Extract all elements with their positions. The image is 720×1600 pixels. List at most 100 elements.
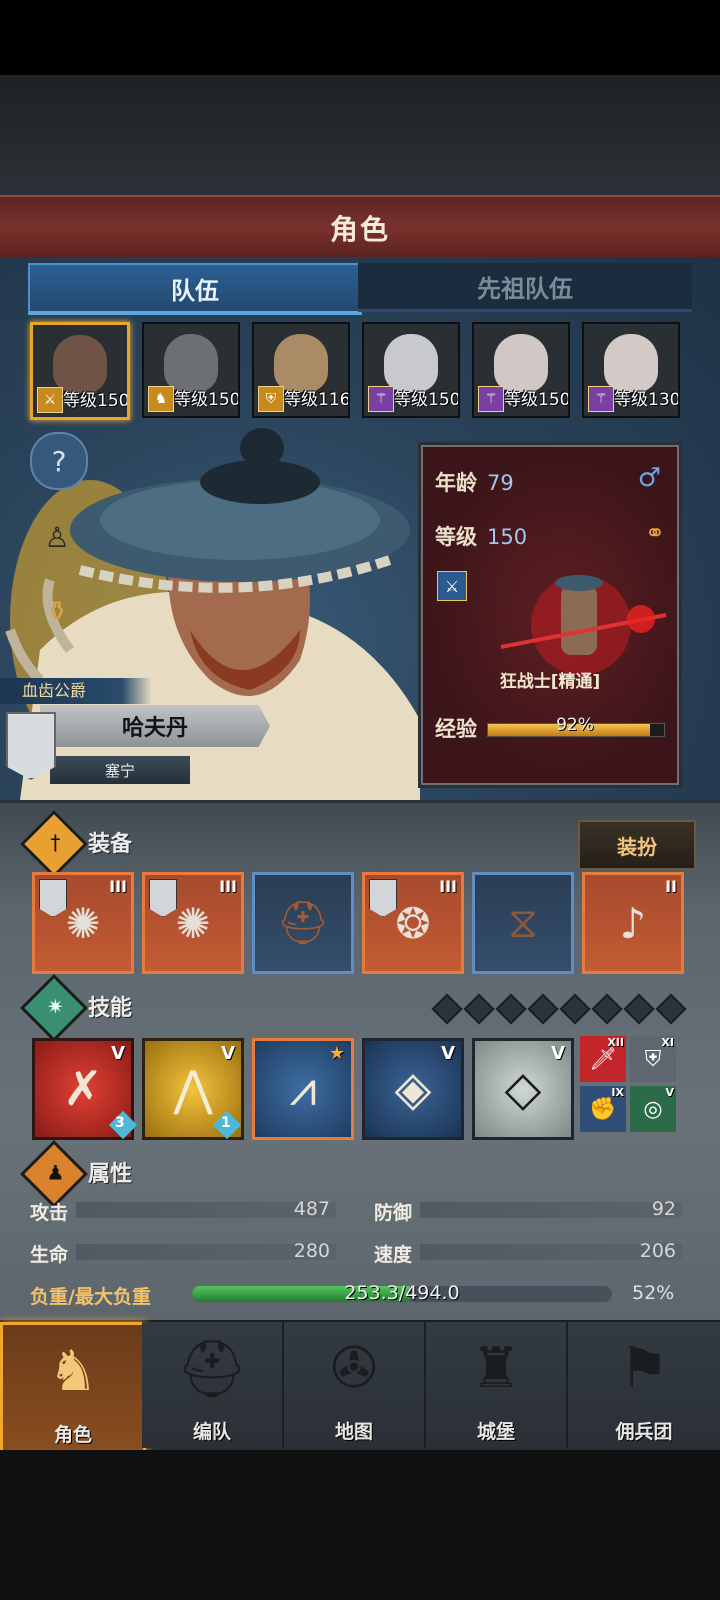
defense-label: 防御 [374, 1202, 413, 1224]
level-label: 等级130 [614, 390, 680, 410]
age-label: 年龄 [435, 471, 477, 495]
skill-slot-3[interactable]: ⩘ ★ [252, 1038, 354, 1140]
top-backdrop [0, 75, 720, 195]
skill-badge-count: 1 [221, 1115, 231, 1131]
system-nav-area [0, 1450, 720, 1600]
equip-slot-weapon-1[interactable]: ✺ III [32, 872, 134, 974]
hero-home: 塞宁 [50, 756, 190, 784]
attack-value: 487 [293, 1198, 330, 1220]
page-title: 角色 [329, 213, 390, 246]
portrait-face [604, 334, 658, 392]
equip-rank: III [439, 877, 457, 896]
level-row: 等级 150 [435, 521, 527, 551]
party-member-1[interactable]: ⚔ 等级150 [30, 322, 130, 420]
nav-formation[interactable]: ⛑ 编队 [142, 1322, 284, 1448]
tab-ancestor-team[interactable]: 先祖队伍 [358, 263, 692, 312]
knight-icon: ♞ [47, 1339, 99, 1404]
equip-rank: II [665, 877, 677, 896]
equip-rank: III [109, 877, 127, 896]
speed-label: 速度 [374, 1244, 413, 1266]
level-label: 等级116 [284, 390, 350, 410]
shield-icon: ⛨ [258, 386, 284, 412]
passive-target-icon[interactable]: ◎ V [630, 1086, 676, 1132]
hero-name[interactable]: 哈夫丹 [40, 705, 270, 747]
equip-slot-weapon-2[interactable]: ✺ III [142, 872, 244, 974]
class-name: 狂战士[精通] [499, 672, 601, 692]
equip-rank: III [219, 877, 237, 896]
staff-icon: ⚚ [368, 386, 394, 412]
staff-icon: ⚚ [478, 386, 504, 412]
skill-slot-2[interactable]: ⋀ V 1 [142, 1038, 244, 1140]
equip-slot-accessory[interactable]: ♪ II [582, 872, 684, 974]
passive-shield-icon[interactable]: ⛨ XI [630, 1036, 676, 1082]
equipment-title: 装备 [88, 832, 133, 857]
passive-rank: XII [607, 1036, 624, 1049]
nav-map[interactable]: ✇ 地图 [284, 1322, 426, 1448]
skill-rank: V [551, 1043, 565, 1064]
exp-value: 92% [556, 715, 594, 735]
party-member-5[interactable]: ⚚ 等级150 [472, 322, 570, 418]
load-label: 负重/最大负重 [30, 1286, 151, 1308]
health-value: 280 [293, 1240, 330, 1262]
party-member-2[interactable]: ♞ 等级150 [142, 322, 240, 418]
skills-title: 技能 [88, 996, 133, 1021]
compass-icon: ✇ [330, 1336, 378, 1401]
health-label: 生命 [30, 1244, 69, 1266]
nav-label: 城堡 [476, 1421, 515, 1443]
passive-sword-icon[interactable]: 🗡 XII [580, 1036, 626, 1082]
level-label: 等级150 [174, 390, 240, 410]
nav-label: 地图 [334, 1421, 373, 1443]
equip-slot-boots[interactable]: ⧖ [472, 872, 574, 974]
skill-rank-star: ★ [328, 1043, 345, 1064]
tab-team[interactable]: 队伍 [28, 263, 362, 315]
banner-icon: ⚑ [618, 1336, 670, 1401]
level-label: 等级150 [394, 390, 460, 410]
nav-label: 编队 [192, 1421, 231, 1443]
exp-label: 经验 [435, 717, 477, 741]
class-figure [500, 575, 667, 675]
level-label: 等级150 [63, 391, 130, 411]
portrait-face [164, 334, 218, 392]
horse-icon: ♞ [148, 386, 174, 412]
party-member-6[interactable]: ⚚ 等级130 [582, 322, 680, 418]
passive-fist-icon[interactable]: ✊ IX [580, 1086, 626, 1132]
character-sheet-icon[interactable]: ♙ [30, 510, 84, 564]
castle-icon: ♜ [470, 1336, 522, 1401]
passive-rank: XI [661, 1036, 674, 1049]
portrait-face [274, 334, 328, 392]
attributes-title: 属性 [88, 1162, 133, 1187]
hero-title: 血齿公爵 [0, 678, 152, 704]
heraldry-shield-icon[interactable] [6, 712, 56, 780]
nav-label: 角色 [53, 1424, 92, 1446]
outfit-button[interactable]: 装扮 [578, 820, 696, 870]
nav-mercenaries[interactable]: ⚑ 佣兵团 [568, 1322, 720, 1448]
party-member-4[interactable]: ⚚ 等级150 [362, 322, 460, 418]
passive-rank: V [665, 1086, 674, 1099]
skill-slot-5[interactable]: ◇ V [472, 1038, 574, 1140]
skill-badge-count: 3 [115, 1115, 125, 1131]
load-percent: 52% [632, 1282, 675, 1304]
age-value: 79 [487, 471, 514, 495]
party-member-3[interactable]: ⛨ 等级116 [252, 322, 350, 418]
skill-slot-4[interactable]: ◈ V [362, 1038, 464, 1140]
level-label: 等级150 [504, 390, 570, 410]
boots-icon: ⧖ [508, 898, 538, 947]
portrait-face [494, 334, 548, 392]
skill-slot-1[interactable]: ✗ V 3 [32, 1038, 138, 1140]
nav-label: 佣兵团 [615, 1421, 673, 1443]
nav-character[interactable]: ♞ 角色 [0, 1322, 146, 1454]
helmet-icon: ⛑ [276, 898, 330, 947]
equip-slot-helmet[interactable]: ⛑ [252, 872, 354, 974]
nav-castle[interactable]: ♜ 城堡 [426, 1322, 568, 1448]
potion-icon[interactable]: ⚱ [30, 584, 84, 638]
load-value: 253.3/494.0 [344, 1282, 460, 1304]
male-icon: ♂ [637, 463, 661, 493]
sword-icon: ⚔ [37, 387, 63, 413]
skill-rank: V [111, 1043, 125, 1064]
rings-icon[interactable]: ⚭ [645, 519, 665, 547]
helmet-icon: ⛑ [176, 1337, 248, 1402]
status-bar-area [0, 0, 720, 75]
equip-slot-armor[interactable]: ❂ III [362, 872, 464, 974]
level-value: 150 [487, 525, 528, 549]
help-icon[interactable]: ? [30, 432, 88, 490]
